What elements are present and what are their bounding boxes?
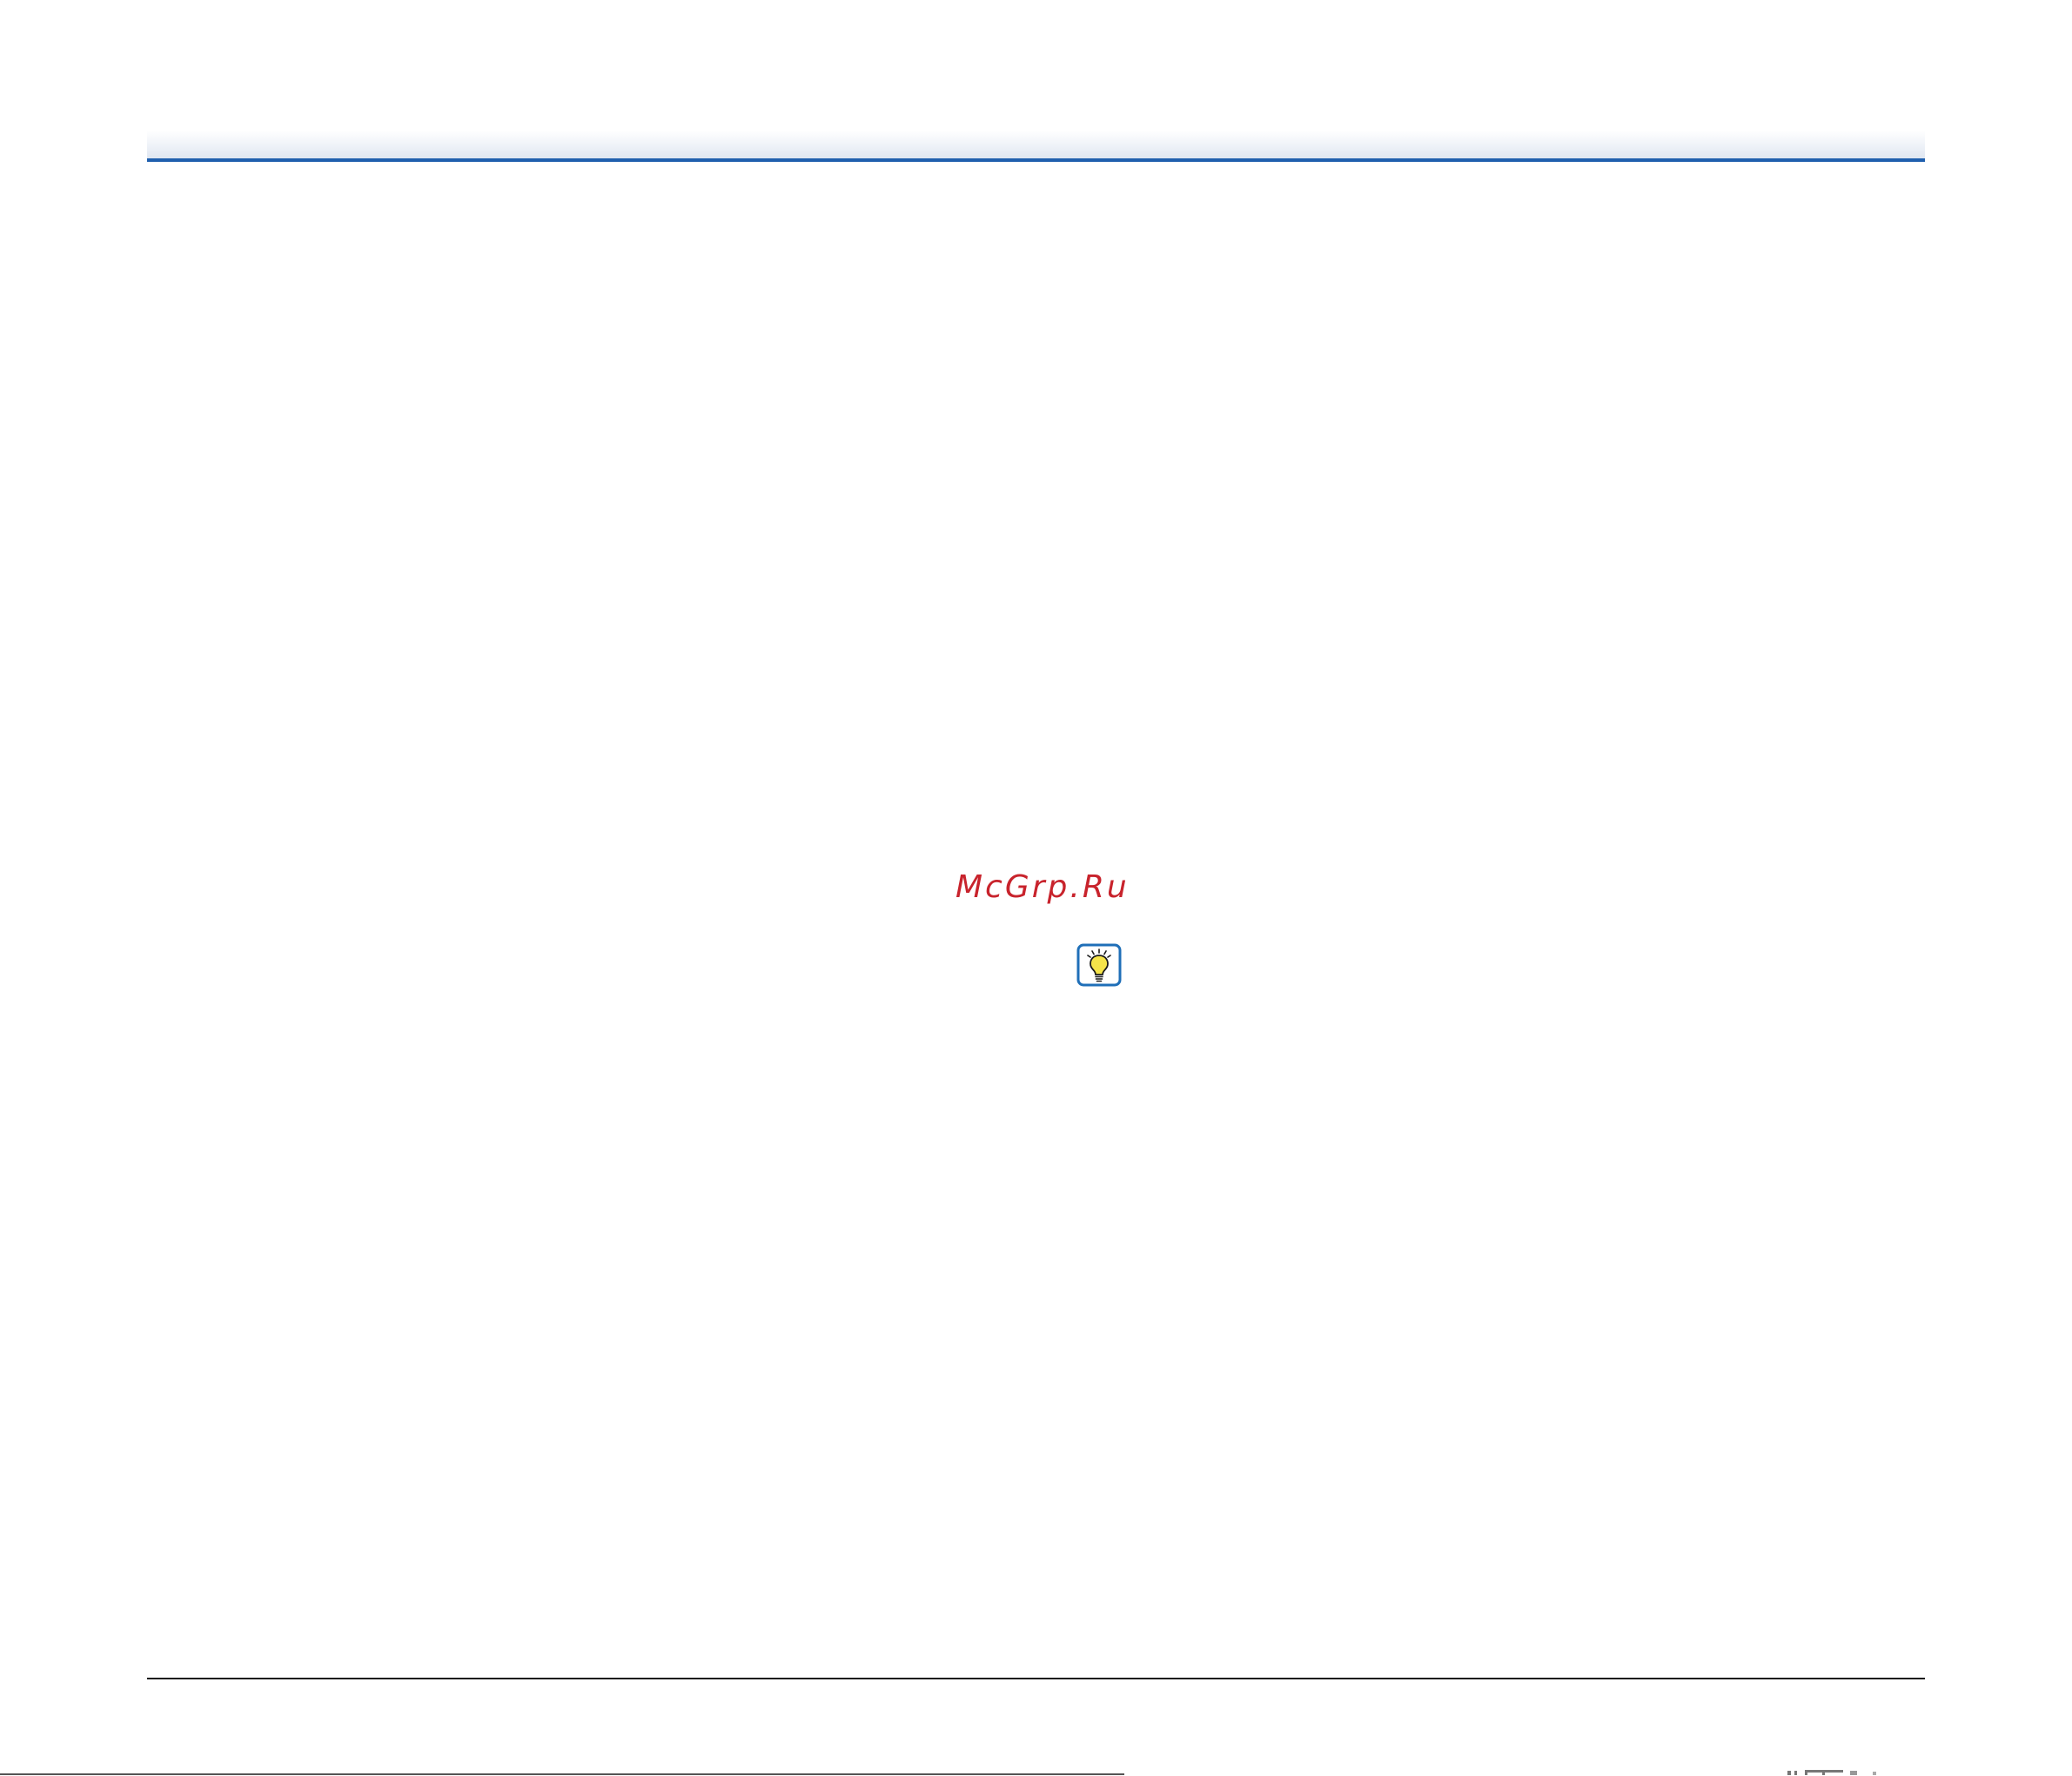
watermark-text: McGrp.Ru <box>956 869 1130 905</box>
scan-edge-line <box>0 1773 1124 1775</box>
page-footer-rule <box>147 1678 1925 1679</box>
scan-edge-marks <box>1787 1770 1883 1775</box>
page-header-band <box>147 131 1925 158</box>
document-page: { "watermark": { "text": "McGrp.Ru", "co… <box>0 0 2072 1776</box>
page-header-rule <box>147 158 1925 162</box>
lightbulb-icon <box>1076 943 1122 987</box>
